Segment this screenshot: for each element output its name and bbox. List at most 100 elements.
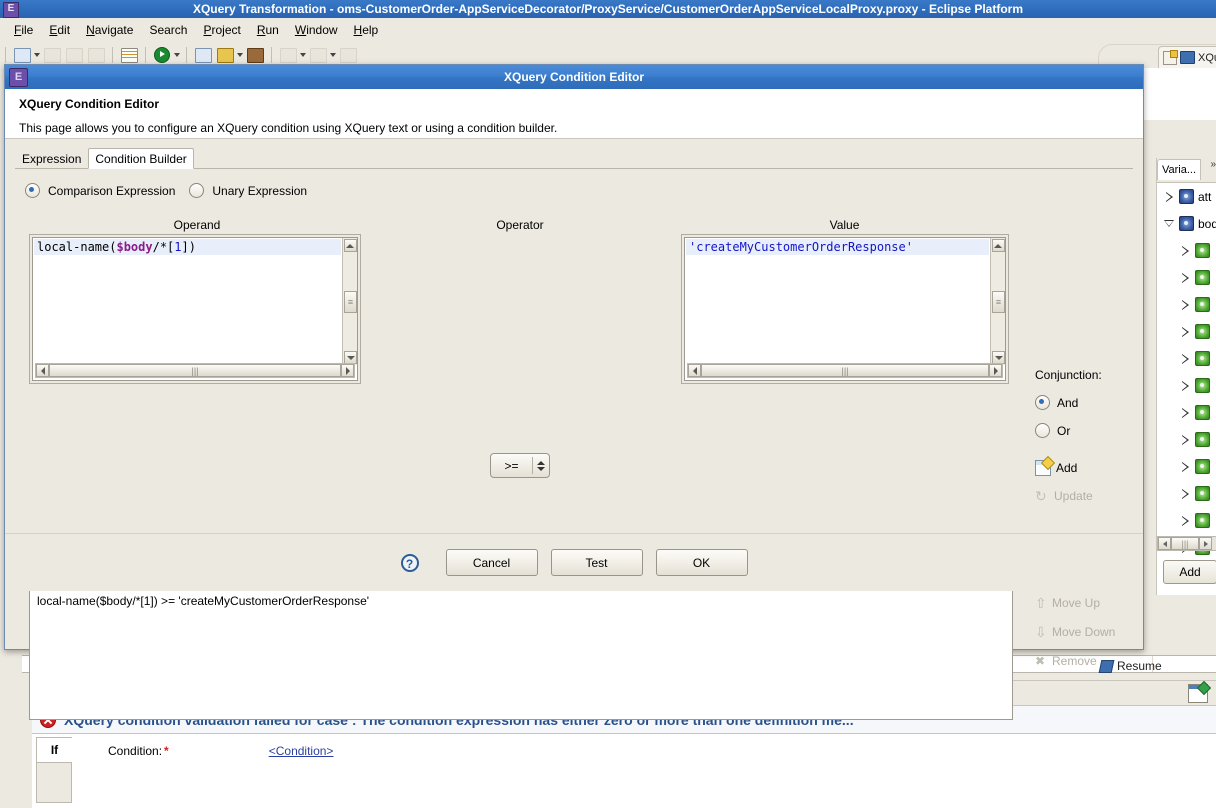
help-icon[interactable]: ?: [400, 553, 419, 572]
tree-item[interactable]: att: [1157, 183, 1216, 210]
radio-and[interactable]: [1035, 395, 1050, 410]
operand-vscroll-thumb[interactable]: ≡: [344, 290, 357, 313]
radio-comparison-expression[interactable]: [25, 183, 40, 198]
tree-item[interactable]: [1157, 345, 1216, 372]
package-icon[interactable]: [245, 46, 265, 64]
element-node-icon: [1195, 432, 1210, 447]
key-icon[interactable]: [215, 46, 235, 64]
tab-condition-builder[interactable]: Condition Builder: [88, 148, 194, 169]
element-node-icon: [1195, 378, 1210, 393]
value-hscrollbar[interactable]: |||: [687, 363, 1003, 378]
operand-hscrollbar[interactable]: |||: [35, 363, 355, 378]
dialog-header: XQuery Condition Editor This page allows…: [5, 89, 1143, 139]
tab-expression-label: Expression: [22, 151, 82, 166]
tree-item[interactable]: [1157, 264, 1216, 291]
save-icon[interactable]: [42, 46, 62, 64]
run-dropdown-icon[interactable]: [173, 46, 181, 64]
tree-item[interactable]: [1157, 507, 1216, 534]
tab-expression[interactable]: Expression: [15, 148, 88, 169]
menu-edit[interactable]: Edit: [41, 21, 78, 39]
cancel-button[interactable]: Cancel: [445, 549, 538, 576]
condition-expression-textarea[interactable]: local-name($body/*[1]) >= 'createMyCusto…: [29, 586, 1013, 720]
ok-button[interactable]: OK: [655, 549, 748, 576]
tab-variables[interactable]: Varia...: [1157, 159, 1202, 180]
add-condition-label: Add: [1056, 461, 1078, 475]
value-textarea-frame: 'createMyCustomerOrderResponse' ≡ |||: [681, 234, 1009, 384]
menu-window[interactable]: Window: [287, 21, 346, 39]
element-node-icon: [1195, 243, 1210, 258]
radio-unary-expression[interactable]: [189, 183, 205, 198]
radio-or[interactable]: [1035, 423, 1050, 438]
properties-tab-other[interactable]: [36, 763, 72, 803]
tree-item[interactable]: [1157, 318, 1216, 345]
background-editor-tab[interactable]: XQue: [1158, 46, 1216, 68]
scroll-right-icon[interactable]: [1199, 537, 1212, 550]
menu-search[interactable]: Search: [141, 21, 195, 39]
menu-navigate[interactable]: Navigate: [78, 21, 141, 39]
value-textarea[interactable]: 'createMyCustomerOrderResponse' ≡ |||: [684, 237, 1006, 381]
debug-icon[interactable]: [193, 46, 213, 64]
menu-help[interactable]: Help: [346, 21, 387, 39]
properties-maximize-icon[interactable]: [1188, 684, 1208, 703]
variables-tree[interactable]: att bod: [1157, 182, 1216, 595]
value-scroll-up-icon[interactable]: [991, 239, 1005, 252]
variables-tree-hscrollbar[interactable]: |||: [1157, 536, 1216, 551]
run-icon[interactable]: [152, 46, 172, 64]
tree-item[interactable]: [1157, 480, 1216, 507]
value-hscroll-thumb[interactable]: |||: [701, 364, 989, 377]
main-window-titlebar: E XQuery Transformation - oms-CustomerOr…: [0, 0, 1216, 18]
value-scroll-right-icon[interactable]: [989, 364, 1002, 377]
add-condition-action[interactable]: Add: [1035, 460, 1135, 476]
new-wizard-dropdown-icon[interactable]: [33, 46, 41, 64]
operand-hscroll-thumb[interactable]: |||: [49, 364, 341, 377]
tree-item[interactable]: bod: [1157, 210, 1216, 237]
properties-tab-if[interactable]: If: [36, 737, 72, 763]
test-button[interactable]: Test: [550, 549, 643, 576]
value-vscroll-thumb[interactable]: ≡: [992, 290, 1005, 313]
radio-and-label: And: [1057, 395, 1079, 410]
tree-item[interactable]: [1157, 237, 1216, 264]
value-vscrollbar[interactable]: ≡: [990, 238, 1005, 365]
condition-value-link[interactable]: <Condition>: [269, 744, 334, 758]
menu-project[interactable]: Project: [195, 21, 248, 39]
dialog-footer: ? Cancel Test OK: [5, 533, 1143, 591]
key-dropdown-icon[interactable]: [236, 46, 244, 64]
radio-or-label: Or: [1057, 423, 1071, 438]
menu-run[interactable]: Run: [249, 21, 287, 39]
operator-combo-spinner-icon[interactable]: [533, 460, 549, 471]
tree-item[interactable]: [1157, 399, 1216, 426]
operand-scroll-up-icon[interactable]: [343, 239, 357, 252]
tree-item[interactable]: [1157, 453, 1216, 480]
save-all-icon[interactable]: [64, 46, 84, 64]
radio-and-row[interactable]: And: [1035, 395, 1135, 410]
dialog-app-icon: E: [9, 68, 28, 87]
tree-item[interactable]: [1157, 426, 1216, 453]
variables-add-button[interactable]: Add: [1163, 560, 1216, 584]
update-condition-label: Update: [1054, 489, 1093, 503]
export-dropdown-icon[interactable]: [299, 46, 307, 64]
radio-or-row[interactable]: Or: [1035, 423, 1135, 438]
table-dropdown-icon[interactable]: [329, 46, 337, 64]
expression-mode-radio-group: Comparison Expression Unary Expression: [25, 183, 307, 198]
view-overflow-chevron-icon[interactable]: »: [1210, 159, 1216, 170]
operand-textarea-frame: local-name($body/*[1]) ≡ |||: [29, 234, 361, 384]
operator-combo[interactable]: >=: [490, 453, 550, 478]
operand-scroll-right-icon[interactable]: [341, 364, 354, 377]
operand-column-label: Operand: [173, 218, 221, 232]
scroll-left-icon[interactable]: [1158, 537, 1171, 550]
operand-vscrollbar[interactable]: ≡: [342, 238, 357, 365]
export-icon[interactable]: [278, 46, 298, 64]
print-icon[interactable]: [86, 46, 106, 64]
new-wizard-icon[interactable]: [12, 46, 32, 64]
tree-item[interactable]: [1157, 372, 1216, 399]
tab-condition-builder-label: Condition Builder: [95, 151, 187, 166]
operand-scroll-left-icon[interactable]: [36, 364, 49, 377]
hscroll-thumb[interactable]: |||: [1171, 537, 1199, 550]
operand-textarea[interactable]: local-name($body/*[1]) ≡ |||: [32, 237, 358, 381]
menu-file[interactable]: File: [6, 21, 41, 39]
table-icon[interactable]: [308, 46, 328, 64]
tree-item[interactable]: [1157, 291, 1216, 318]
new-document-icon[interactable]: [119, 46, 139, 64]
misc-icon[interactable]: [338, 46, 358, 64]
value-scroll-left-icon[interactable]: [688, 364, 701, 377]
